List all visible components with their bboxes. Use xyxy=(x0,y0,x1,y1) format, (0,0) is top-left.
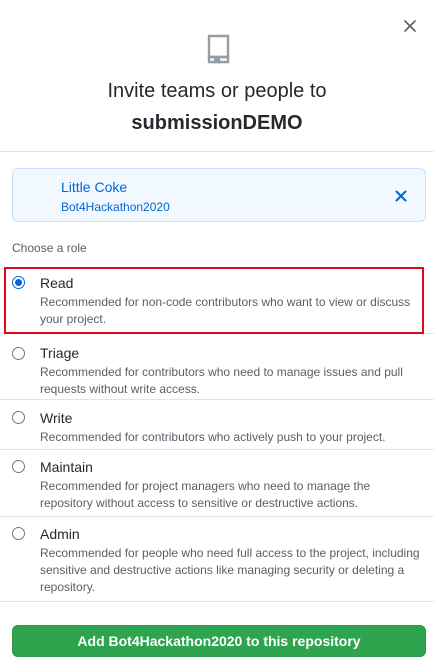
role-option-triage[interactable]: Triage Recommended for contributors who … xyxy=(0,334,434,400)
invitee-name[interactable]: Little Coke xyxy=(61,179,127,195)
role-option-write[interactable]: Write Recommended for contributors who a… xyxy=(0,400,434,450)
role-name: Triage xyxy=(40,345,80,361)
role-radio-triage[interactable] xyxy=(12,347,25,360)
role-radio-admin[interactable] xyxy=(12,527,25,540)
divider xyxy=(0,151,434,152)
role-description: Recommended for contributors who activel… xyxy=(40,430,386,444)
role-description: Recommended for people who need full acc… xyxy=(40,546,420,594)
role-option-maintain[interactable]: Maintain Recommended for project manager… xyxy=(0,450,434,517)
selected-invitee: Little Coke Bot4Hackathon2020 xyxy=(12,168,426,222)
role-description: Recommended for project managers who nee… xyxy=(40,479,371,510)
repo-name: submissionDEMO xyxy=(131,112,303,134)
role-radio-maintain[interactable] xyxy=(12,460,25,473)
remove-invitee-button[interactable] xyxy=(395,189,407,202)
add-collaborator-button[interactable]: Add Bot4Hackathon2020 to this repository xyxy=(12,625,426,657)
close-dialog-button[interactable] xyxy=(402,18,418,34)
role-description: Recommended for non-code contributors wh… xyxy=(40,295,411,326)
dialog-title: Invite teams or people to xyxy=(107,80,327,102)
close-icon xyxy=(404,20,416,32)
role-description: Recommended for contributors who need to… xyxy=(40,365,403,396)
close-icon xyxy=(395,190,407,202)
role-name: Write xyxy=(40,410,73,426)
role-name: Admin xyxy=(40,526,80,542)
repo-icon xyxy=(207,34,230,64)
role-name: Read xyxy=(40,275,74,291)
role-name: Maintain xyxy=(40,459,93,475)
invitee-username[interactable]: Bot4Hackathon2020 xyxy=(61,200,170,214)
role-heading: Choose a role xyxy=(12,241,87,255)
role-radio-write[interactable] xyxy=(12,411,25,424)
role-list: Read Recommended for non-code contributo… xyxy=(0,264,434,602)
role-option-read[interactable]: Read Recommended for non-code contributo… xyxy=(0,264,434,334)
role-radio-read[interactable] xyxy=(12,276,25,289)
role-option-admin[interactable]: Admin Recommended for people who need fu… xyxy=(0,517,434,602)
